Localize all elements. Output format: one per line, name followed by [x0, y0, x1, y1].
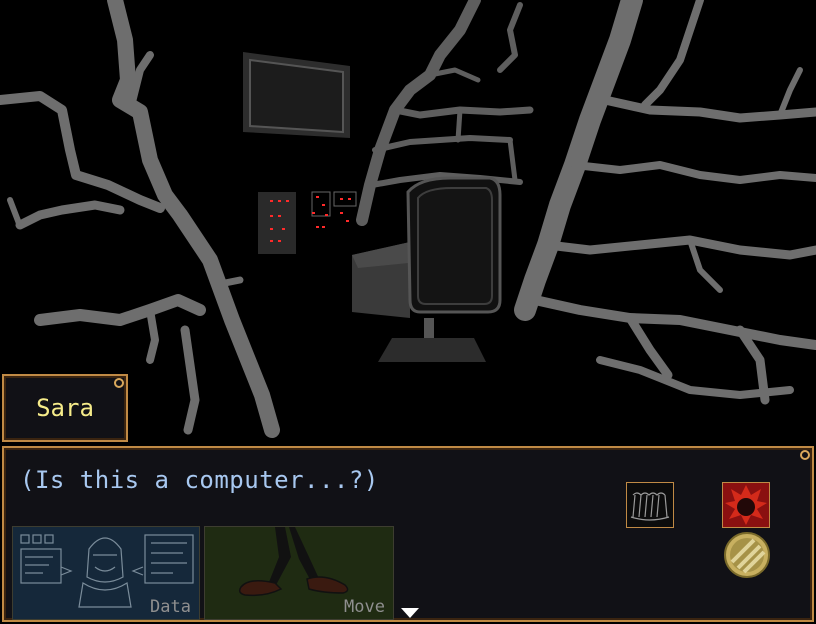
speaker-name-box: Sara	[2, 374, 128, 442]
dialogue-text: (Is this a computer...?)	[20, 466, 379, 494]
advance-arrow-icon[interactable]	[401, 608, 419, 618]
frame-ornament-icon	[114, 378, 124, 388]
frame-ornament-icon	[800, 450, 810, 460]
data-command-button[interactable]: Data	[12, 526, 200, 620]
wall-monitor	[243, 52, 350, 138]
scroll-icon[interactable]	[626, 482, 674, 528]
move-command-button[interactable]: Move	[204, 526, 394, 620]
gold-coin-icon[interactable]	[724, 532, 770, 578]
move-command-label: Move	[344, 597, 385, 617]
data-command-label: Data	[150, 597, 191, 617]
message-window[interactable]: (Is this a computer...?) Data Move	[2, 446, 814, 622]
speaker-name: Sara	[36, 394, 94, 422]
demon-fire-icon[interactable]	[722, 482, 770, 528]
